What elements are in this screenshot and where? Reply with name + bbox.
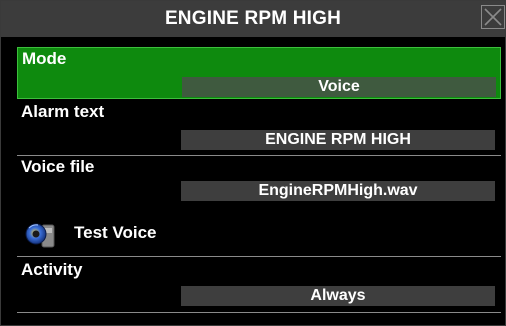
mode-label: Mode [22,49,67,68]
dialog-title: ENGINE RPM HIGH [164,8,342,29]
test-voice-button[interactable]: Test Voice [17,211,501,257]
mode-value[interactable]: Voice [182,77,496,97]
row-divider [17,256,501,257]
test-voice-label: Test Voice [74,223,157,242]
voice-file-value[interactable]: EngineRPMHigh.wav [181,181,495,201]
voice-file-row[interactable]: Voice file EngineRPMHigh.wav [17,156,501,209]
close-button[interactable] [481,5,505,29]
speaker-icon [25,223,55,248]
close-icon [484,8,502,26]
activity-row[interactable]: Activity Always [17,259,501,313]
voice-file-label: Voice file [21,157,95,176]
alarm-dialog: ENGINE RPM HIGH Mode Voice Alarm text EN… [0,0,506,326]
alarm-text-value[interactable]: ENGINE RPM HIGH [181,130,495,150]
activity-label: Activity [21,260,83,279]
activity-value[interactable]: Always [181,286,495,306]
mode-row[interactable]: Mode Voice [17,47,501,99]
alarm-text-row[interactable]: Alarm text ENGINE RPM HIGH [17,101,501,156]
alarm-text-label: Alarm text [21,102,105,121]
dialog-titlebar: ENGINE RPM HIGH [1,1,505,37]
row-divider [17,312,501,313]
